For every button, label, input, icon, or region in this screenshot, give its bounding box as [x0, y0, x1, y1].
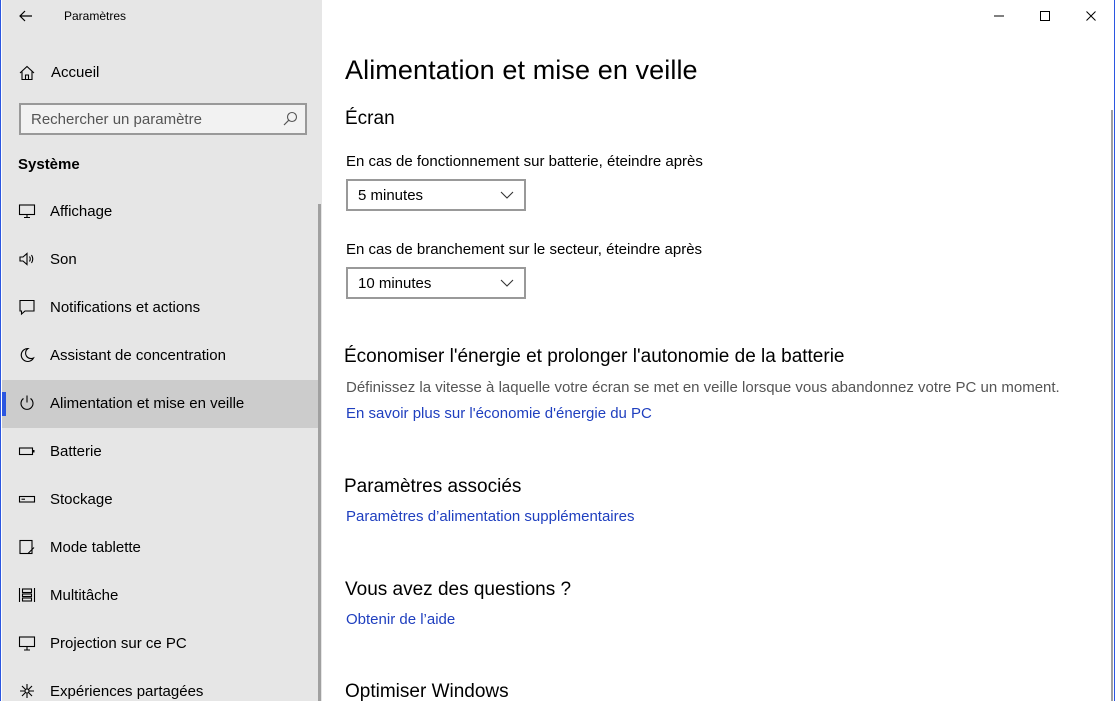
sidebar-item-label: Expériences partagées	[50, 683, 204, 700]
plugged-timeout-label: En cas de branchement sur le secteur, ét…	[346, 241, 703, 258]
battery-timeout-dropdown[interactable]: 5 minutes	[346, 179, 526, 211]
page-title: Alimentation et mise en veille	[345, 55, 698, 85]
section-heading-questions: Vous avez des questions ?	[345, 579, 572, 600]
back-button[interactable]	[12, 4, 40, 28]
battery-timeout-label: En cas de fonctionnement sur batterie, é…	[346, 153, 703, 170]
sidebar-item-label: Assistant de concentration	[50, 347, 226, 364]
sidebar-item-label: Affichage	[50, 203, 113, 220]
sidebar-item-label: Alimentation et mise en veille	[50, 395, 245, 412]
save-energy-description: Définissez la vitesse à laquelle votre é…	[346, 379, 1060, 396]
sidebar-item-projection[interactable]: Projection sur ce PC	[2, 620, 320, 668]
moon-icon	[20, 347, 35, 362]
sidebar-item-sound[interactable]: Son	[2, 236, 320, 284]
get-help-link[interactable]: Obtenir de l’aide	[346, 611, 455, 628]
sidebar-item-home[interactable]: Accueil	[2, 52, 322, 92]
sidebar-item-label: Stockage	[50, 491, 113, 508]
dropdown-value: 10 minutes	[358, 275, 432, 292]
sidebar-item-label: Mode tablette	[50, 539, 141, 556]
section-heading-related-settings: Paramètres associés	[344, 476, 522, 497]
sidebar-item-label: Accueil	[51, 64, 100, 81]
speaker-icon	[19, 252, 34, 266]
sidebar-item-battery[interactable]: Batterie	[2, 428, 320, 476]
sidebar-item-label: Projection sur ce PC	[50, 635, 187, 652]
sidebar-item-shared-experiences[interactable]: Expériences partagées	[2, 668, 320, 701]
dropdown-value: 5 minutes	[358, 187, 424, 204]
multitask-icon	[18, 588, 36, 602]
active-indicator	[2, 392, 6, 416]
sidebar-item-label: Notifications et actions	[50, 299, 201, 316]
tablet-icon	[19, 539, 35, 555]
monitor-icon	[18, 204, 36, 219]
sidebar-item-label: Multitâche	[50, 587, 119, 604]
shared-experiences-icon	[20, 684, 34, 698]
section-heading-save-energy: Économiser l'énergie et prolonger l'auto…	[344, 346, 845, 367]
chevron-down-icon	[500, 191, 514, 199]
sidebar-item-label: Batterie	[50, 443, 102, 460]
section-label-system: Système	[18, 156, 80, 173]
sidebar-item-storage[interactable]: Stockage	[2, 476, 320, 524]
search-icon[interactable]	[281, 110, 299, 128]
section-heading-screen: Écran	[345, 108, 395, 129]
sidebar-item-multitasking[interactable]: Multitâche	[2, 572, 320, 620]
sidebar-item-label: Son	[50, 251, 77, 268]
plugged-timeout-dropdown[interactable]: 10 minutes	[346, 267, 526, 299]
section-heading-optimize-windows: Optimiser Windows	[345, 681, 509, 701]
search-input[interactable]	[21, 105, 271, 133]
sidebar-nav: Affichage Son Notifications et actions A…	[2, 188, 320, 701]
chevron-down-icon	[500, 279, 514, 287]
sidebar-item-display[interactable]: Affichage	[2, 188, 320, 236]
power-icon	[20, 395, 34, 410]
sidebar-item-tablet-mode[interactable]: Mode tablette	[2, 524, 320, 572]
learn-more-power-saving-link[interactable]: En savoir plus sur l'économie d'énergie …	[346, 405, 652, 422]
sidebar-item-power-sleep[interactable]: Alimentation et mise en veille	[2, 380, 320, 428]
title-bar: Paramètres	[2, 0, 322, 32]
search-box[interactable]	[19, 103, 307, 135]
home-icon	[19, 65, 35, 81]
projection-icon	[18, 636, 36, 651]
settings-window: Paramètres Accueil Système Affichage Son…	[0, 0, 1115, 701]
sidebar-scrollbar[interactable]	[318, 204, 321, 701]
notification-icon	[19, 299, 35, 316]
additional-power-settings-link[interactable]: Paramètres d’alimentation supplémentaire…	[346, 508, 634, 525]
main-content: Alimentation et mise en veille Écran En …	[323, 0, 1113, 701]
storage-icon	[18, 495, 36, 503]
battery-icon	[18, 447, 35, 456]
sidebar-item-focus-assist[interactable]: Assistant de concentration	[2, 332, 320, 380]
sidebar: Paramètres Accueil Système Affichage Son…	[2, 0, 322, 701]
sidebar-item-notifications[interactable]: Notifications et actions	[2, 284, 320, 332]
back-arrow-icon	[19, 10, 32, 22]
app-title: Paramètres	[64, 9, 127, 23]
main-scrollbar[interactable]	[1111, 110, 1113, 701]
